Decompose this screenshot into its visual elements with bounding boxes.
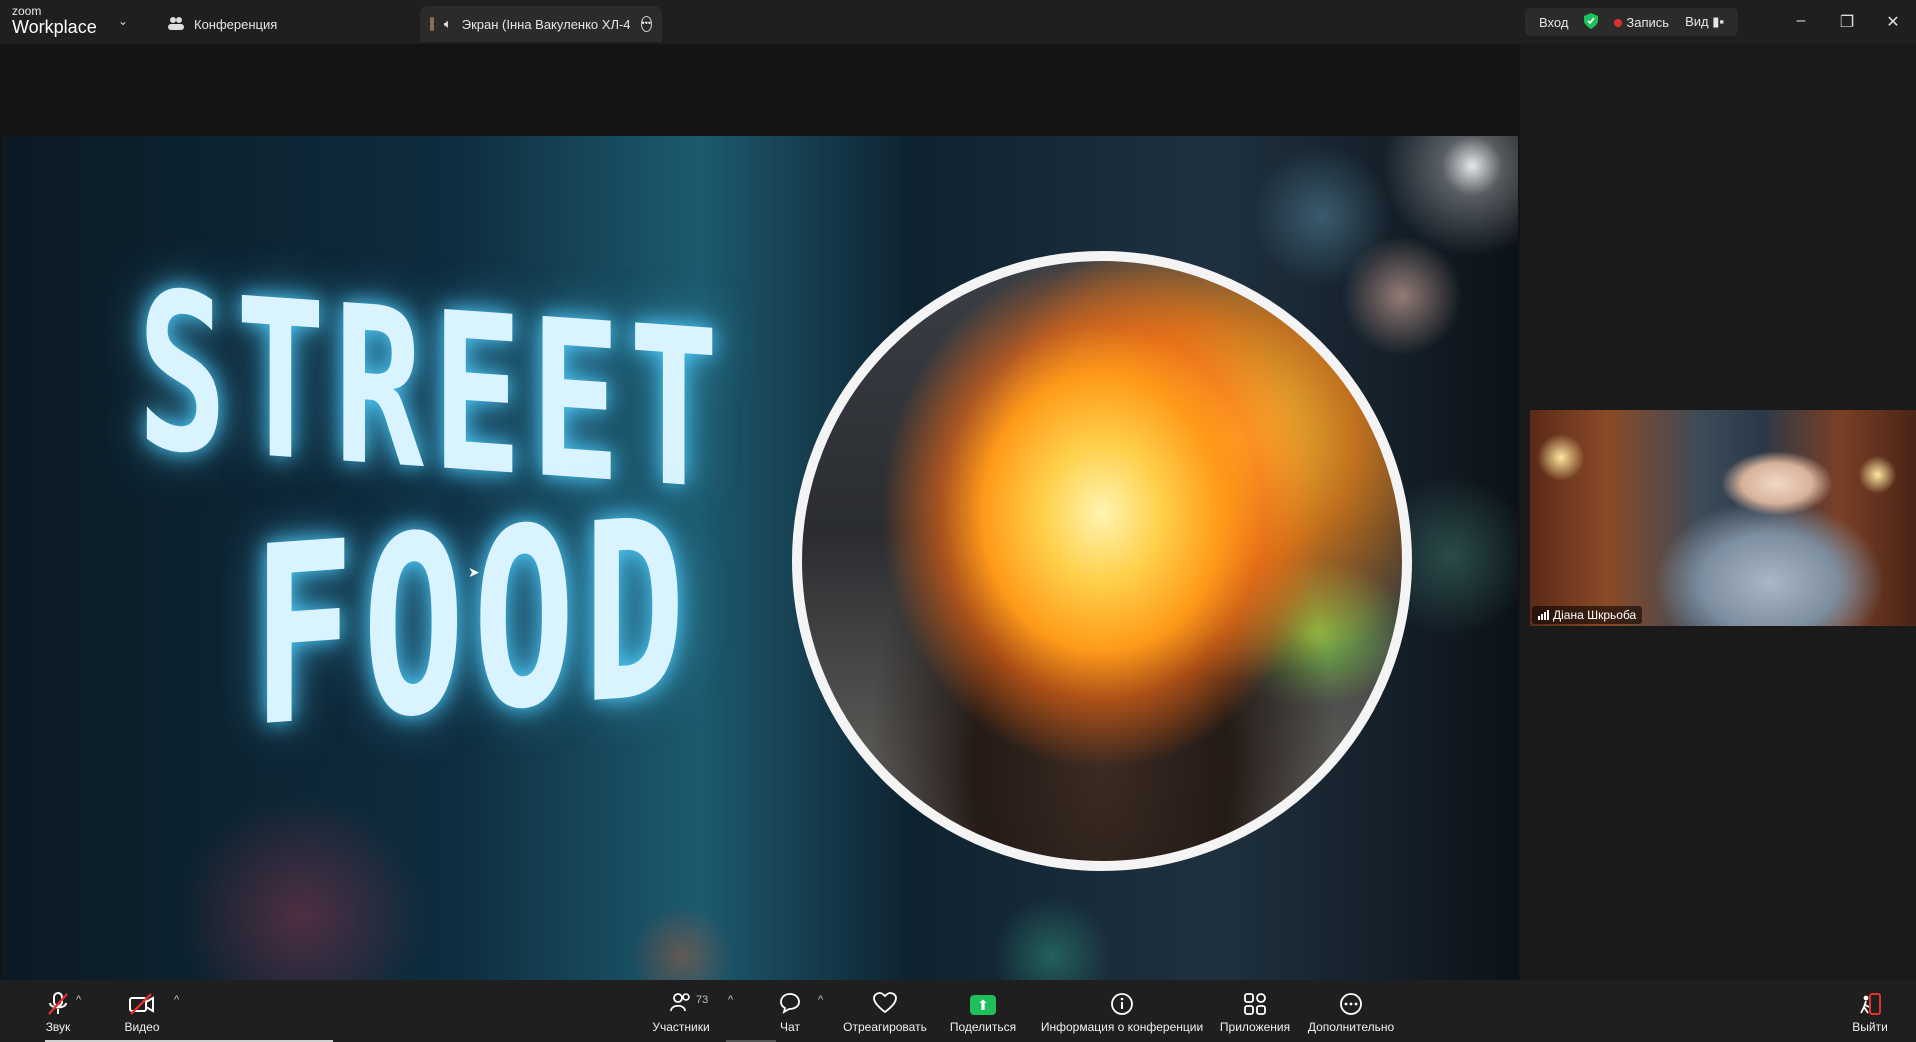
header-actions: Вход Запись Вид ▮▪ bbox=[1525, 8, 1738, 36]
react-label: Отреагировать bbox=[843, 1020, 927, 1034]
leave-label: Выйти bbox=[1852, 1020, 1888, 1034]
signin-button[interactable]: Вход bbox=[1539, 15, 1568, 30]
apps-icon bbox=[1218, 992, 1292, 1016]
tab-conference-label: Конференция bbox=[194, 16, 278, 32]
food-word: FOOD bbox=[252, 465, 694, 784]
chat-options-caret-icon[interactable]: ^ bbox=[818, 994, 823, 1006]
video-options-caret-icon[interactable]: ^ bbox=[174, 994, 179, 1006]
more-options-icon[interactable]: ••• bbox=[640, 16, 652, 32]
speaker-icon: 🔈︎ bbox=[443, 16, 452, 31]
video-button[interactable]: Видео bbox=[118, 992, 166, 1034]
more-label: Дополнительно bbox=[1307, 1020, 1395, 1034]
view-layout-icon: ▮▪ bbox=[1712, 14, 1724, 29]
tab-screen-label: Экран (Інна Вакуленко ХЛ-4 bbox=[461, 16, 631, 32]
minimize-icon[interactable]: – bbox=[1778, 12, 1824, 32]
meeting-info-label: Информация о конференции bbox=[1040, 1020, 1204, 1034]
view-label: Вид bbox=[1685, 14, 1709, 29]
brand-bottom: Workplace bbox=[12, 17, 97, 37]
react-button[interactable]: Отреагировать bbox=[840, 992, 930, 1034]
meeting-stage: STREET FOOD ➤ bbox=[0, 44, 1520, 990]
tab-conference[interactable]: Конференция bbox=[168, 6, 277, 42]
video-label: Видео bbox=[124, 1020, 160, 1034]
record-indicator[interactable]: Запись bbox=[1614, 15, 1669, 30]
record-label: Запись bbox=[1626, 14, 1670, 30]
apps-label: Приложения bbox=[1219, 1020, 1291, 1034]
apps-button[interactable]: Приложения bbox=[1218, 992, 1292, 1034]
participants-count: 73 bbox=[696, 994, 709, 1006]
participant-name: Діана Шкрьоба bbox=[1553, 608, 1637, 622]
brand-top: zoom bbox=[12, 4, 42, 18]
meeting-info-button[interactable]: Информация о конференции bbox=[1038, 992, 1206, 1034]
leave-button[interactable]: Выйти bbox=[1848, 992, 1892, 1034]
people-icon bbox=[168, 16, 184, 33]
share-screen-button[interactable]: ⬆ Поделиться bbox=[946, 992, 1020, 1034]
shield-icon[interactable] bbox=[1584, 12, 1599, 32]
more-button[interactable]: Дополнительно bbox=[1306, 992, 1396, 1034]
chevron-down-icon[interactable]: ⌄ bbox=[118, 14, 128, 28]
audio-label: Звук bbox=[45, 1020, 71, 1034]
share-arrow-icon: ⬆ bbox=[970, 995, 996, 1015]
video-off-icon bbox=[118, 992, 166, 1016]
chat-button[interactable]: Чат bbox=[772, 992, 808, 1034]
title-bar: zoom Workplace ⌄ Конференция 🔈︎ Экран (І… bbox=[0, 0, 1916, 44]
presenter-avatar bbox=[430, 17, 434, 31]
meeting-toolbar: Звук ^ Видео ^ Участники 73 ^ Чат ^ Отре… bbox=[0, 980, 1916, 1042]
participant-video-thumbnail[interactable]: Діана Шкрьоба bbox=[1530, 410, 1916, 626]
heart-icon bbox=[840, 992, 930, 1016]
participant-name-tag: Діана Шкрьоба bbox=[1532, 606, 1643, 624]
shared-screen-content[interactable]: STREET FOOD ➤ bbox=[2, 136, 1518, 990]
share-label: Поделиться bbox=[949, 1020, 1017, 1034]
more-icon bbox=[1306, 992, 1396, 1016]
zoom-logo: zoom Workplace bbox=[12, 5, 97, 36]
close-icon[interactable]: ✕ bbox=[1870, 12, 1916, 32]
chat-label: Чат bbox=[780, 1020, 800, 1034]
record-dot-icon bbox=[1614, 18, 1623, 27]
tab-shared-screen[interactable]: 🔈︎ Экран (Інна Вакуленко ХЛ-4 ••• bbox=[420, 6, 662, 42]
participants-label: Участники bbox=[652, 1020, 710, 1034]
chat-icon bbox=[772, 992, 808, 1016]
signal-strength-icon bbox=[1538, 610, 1549, 620]
audio-options-caret-icon[interactable]: ^ bbox=[76, 994, 81, 1006]
exit-icon bbox=[1848, 992, 1892, 1016]
flaming-wok-photo bbox=[792, 251, 1412, 871]
restore-icon[interactable]: ❐ bbox=[1824, 12, 1870, 32]
view-button[interactable]: Вид ▮▪ bbox=[1685, 14, 1724, 30]
participants-options-caret-icon[interactable]: ^ bbox=[728, 994, 733, 1006]
mouse-cursor-icon: ➤ bbox=[468, 564, 480, 580]
info-icon bbox=[1038, 992, 1206, 1016]
